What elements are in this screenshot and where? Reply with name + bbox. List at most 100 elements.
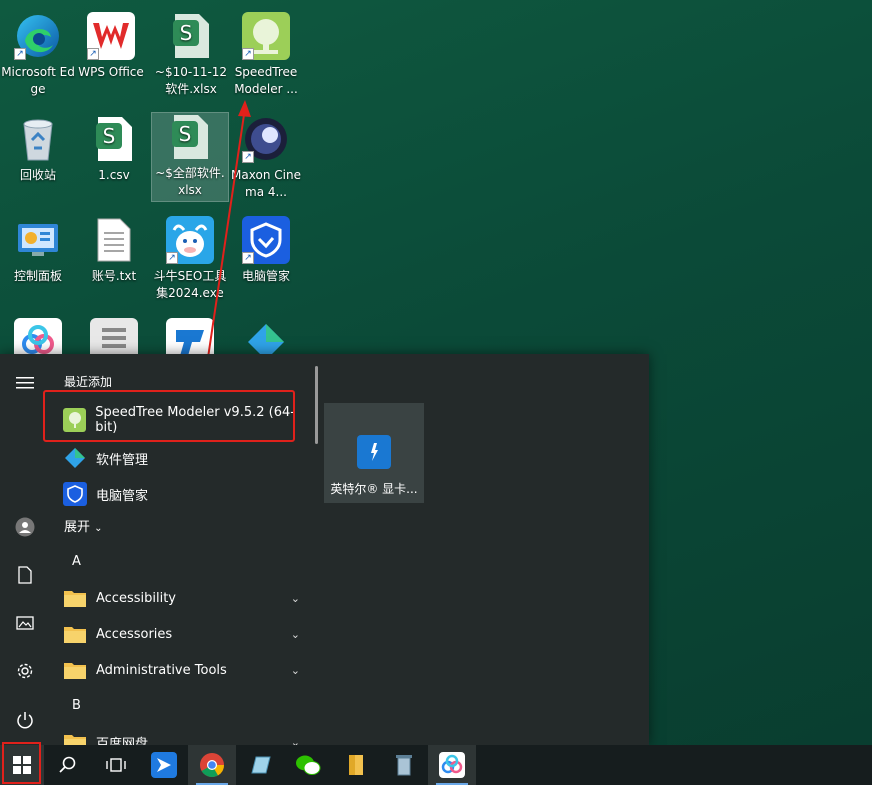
desktop-icon-csv[interactable]: S 1.csv: [76, 115, 152, 184]
app-item-label: 软件管理: [96, 452, 149, 468]
desktop-icon-recycle-bin[interactable]: 回收站: [0, 115, 76, 184]
baidu-netdisk-icon: [439, 752, 465, 778]
folder-label: 百度网盘: [96, 736, 149, 746]
csv-icon: S: [90, 115, 138, 163]
desktop-icon-label: Maxon Cinema 4...: [231, 168, 301, 199]
desktop-icon-label: SpeedTree Modeler ...: [234, 65, 298, 96]
search-button[interactable]: [44, 745, 92, 785]
app-list: 最近添加 SpeedTree Modeler v9.5.2 (64-bit) 软…: [50, 354, 310, 745]
chevron-down-icon: ⌄: [290, 627, 300, 641]
taskbar-file-explorer[interactable]: [332, 745, 380, 785]
start-menu-rail: [0, 354, 50, 745]
cinema4d-icon: ↗: [242, 115, 290, 163]
chrome-icon: [200, 753, 224, 778]
chevron-down-icon: ⌄: [290, 663, 300, 677]
intel-graphics-icon: [357, 435, 391, 469]
letter-header-a[interactable]: A: [50, 544, 310, 580]
pc-manager-icon: [63, 482, 87, 506]
speedtree-icon: ↗: [242, 12, 290, 60]
desktop-icon-pc-manager[interactable]: ↗ 电脑管家: [228, 216, 304, 285]
svg-text:S: S: [179, 122, 192, 146]
folder-icon: [63, 658, 87, 682]
spreadsheet-icon: S: [167, 12, 215, 60]
app-item-label: 电脑管家: [96, 488, 149, 504]
desktop-icon-wps[interactable]: ↗ WPS Office: [73, 12, 149, 81]
desktop-icon-label: ~$10-11-12软件.xlsx: [154, 65, 228, 96]
desktop-icon-speedtree[interactable]: ↗ SpeedTree Modeler ...: [228, 12, 304, 98]
task-view-icon: [106, 758, 126, 772]
folder-label: Accessories: [96, 626, 173, 642]
tile-label: 英特尔® 显卡...: [330, 482, 418, 496]
feishu-icon: [151, 752, 177, 778]
desktop-icon-douniu[interactable]: ↗ 斗牛SEO工具集2024.exe: [152, 216, 228, 302]
wechat-icon: [296, 755, 321, 775]
task-view-button[interactable]: [92, 745, 140, 785]
desktop-icon-label: 账号.txt: [91, 269, 137, 283]
douniu-icon: ↗: [166, 216, 214, 264]
desktop-icon-cinema4d[interactable]: ↗ Maxon Cinema 4...: [228, 115, 304, 201]
folder-icon: [63, 730, 87, 745]
desktop-icon-label: 回收站: [19, 168, 56, 182]
desktop-icon-txt[interactable]: 账号.txt: [76, 216, 152, 285]
expand-button[interactable]: 展开 ⌄: [50, 512, 310, 544]
desktop-icon-label: 电脑管家: [241, 269, 290, 283]
letter-header-b[interactable]: B: [50, 688, 310, 724]
settings-button[interactable]: [0, 647, 50, 695]
power-button[interactable]: [0, 695, 50, 745]
desktop-icon-control-panel[interactable]: 控制面板: [0, 216, 76, 285]
software-manager-icon: [63, 446, 87, 470]
desktop-icon-xlsx-1[interactable]: S ~$10-11-12软件.xlsx: [153, 12, 229, 98]
folder-icon: [63, 622, 87, 646]
edge-icon: ↗: [14, 12, 62, 60]
wps-icon: ↗: [87, 12, 135, 60]
hamburger-menu-button[interactable]: [0, 354, 50, 412]
folder-icon: [63, 586, 87, 610]
folder-label: Accessibility: [96, 590, 176, 606]
taskbar-chrome[interactable]: [188, 745, 236, 785]
desktop-icon-label: Microsoft Edge: [1, 65, 75, 96]
folder-accessories[interactable]: Accessories ⌄: [50, 616, 310, 652]
folder-administrative-tools[interactable]: Administrative Tools ⌄: [50, 652, 310, 688]
desktop-icon-label: 控制面板: [13, 269, 62, 283]
desktop-icon-edge[interactable]: ↗ Microsoft Edge: [0, 12, 76, 98]
recent-header: 最近添加: [64, 375, 113, 389]
desktop-icon-xlsx-2[interactable]: S ~$全部软件.xlsx: [151, 112, 229, 202]
taskbar-notes[interactable]: [236, 745, 284, 785]
document-icon: [18, 566, 32, 584]
taskbar-wechat[interactable]: [284, 745, 332, 785]
user-icon: [15, 517, 35, 537]
documents-button[interactable]: [0, 551, 50, 599]
taskbar-baidu-netdisk[interactable]: [428, 745, 476, 785]
gear-icon: [17, 663, 33, 679]
control-panel-icon: [14, 216, 62, 264]
folder-accessibility[interactable]: Accessibility ⌄: [50, 580, 310, 616]
desktop-icon-label: 斗牛SEO工具集2024.exe: [153, 269, 227, 300]
power-icon: [17, 712, 33, 729]
app-item-speedtree[interactable]: SpeedTree Modeler v9.5.2 (64-bit): [50, 400, 310, 440]
windows-icon: [13, 756, 31, 774]
taskbar-recycle[interactable]: [380, 745, 428, 785]
search-icon: [59, 756, 76, 773]
chevron-down-icon: ⌄: [94, 523, 103, 534]
app-item-label: SpeedTree Modeler v9.5.2 (64-bit): [95, 405, 295, 435]
speedtree-icon: [63, 408, 87, 432]
file-explorer-icon: [349, 755, 363, 775]
app-list-scrollbar[interactable]: [315, 366, 318, 444]
text-file-icon: [90, 216, 138, 264]
spreadsheet-icon: S: [166, 113, 214, 161]
tile-intel-graphics[interactable]: 英特尔® 显卡...: [324, 403, 424, 503]
folder-baidu-netdisk[interactable]: 百度网盘 ⌄: [50, 724, 310, 745]
app-item-software-manager[interactable]: 软件管理: [50, 440, 310, 476]
pictures-button[interactable]: [0, 599, 50, 647]
desktop-icon-label: 1.csv: [98, 168, 130, 182]
hamburger-icon: [16, 377, 34, 389]
start-button[interactable]: [0, 745, 44, 785]
chevron-down-icon: ⌄: [290, 735, 300, 746]
app-item-pc-manager[interactable]: 电脑管家: [50, 476, 310, 512]
user-account-button[interactable]: [0, 503, 50, 551]
notes-icon: [251, 756, 271, 774]
taskbar: [0, 745, 872, 785]
chevron-down-icon: ⌄: [290, 591, 300, 605]
taskbar-feishu[interactable]: [140, 745, 188, 785]
svg-text:S: S: [103, 124, 116, 148]
